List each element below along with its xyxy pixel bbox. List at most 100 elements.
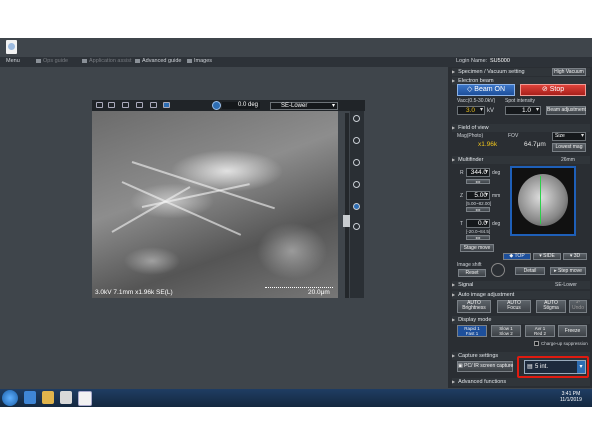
- scissors-icon[interactable]: [122, 102, 129, 108]
- beam-on-label: Beam ON: [474, 86, 506, 93]
- fov-label: FOV: [508, 133, 519, 139]
- detector-select[interactable]: SE-Lower ▾: [270, 102, 338, 110]
- taskbar-clock[interactable]: 3:41 PM 11/1/2019: [560, 391, 582, 403]
- fov-value: 64.7μm: [524, 141, 546, 148]
- red-2-label: Red 2: [533, 331, 546, 336]
- brightness-icon[interactable]: [353, 137, 360, 144]
- hand-pan-icon[interactable]: [163, 102, 170, 108]
- internet-explorer-icon[interactable]: [24, 391, 36, 404]
- clock-date: 11/1/2019: [560, 397, 582, 403]
- file-explorer-icon[interactable]: [42, 391, 54, 404]
- auto-image-adjustment-title: Auto image adjustment: [458, 292, 515, 298]
- auto-image-adjustment-header[interactable]: Auto image adjustment: [452, 291, 590, 299]
- beam-adjustment-button[interactable]: Beam adjustment: [546, 106, 586, 115]
- advanced-guide-menu[interactable]: Advanced guide: [135, 58, 181, 64]
- t-axis-label: T: [460, 221, 464, 227]
- spot-intensity-dropdown[interactable]: 1.0: [505, 106, 541, 115]
- auto-stigma-label: Stigma: [543, 305, 559, 311]
- magnification-value[interactable]: x1.96k: [478, 141, 497, 148]
- lowest-mag-button[interactable]: Lowest mag: [552, 143, 586, 152]
- undo-button[interactable]: ↶ Undo: [569, 300, 587, 313]
- vacc-dropdown[interactable]: 3.0: [457, 106, 485, 115]
- z-axis-range: [5.00~82.00]: [466, 201, 492, 206]
- stop-icon: ⊘: [541, 86, 550, 93]
- ops-guide-label: Ops guide: [43, 58, 69, 64]
- menu-bar: Menu Ops guide Application assist Advanc…: [0, 57, 592, 67]
- application-assist-menu[interactable]: Application assist: [82, 58, 132, 64]
- rapid-fast-mode-button[interactable]: Rapid 1 Fast 1: [457, 325, 487, 337]
- focus-slider-track[interactable]: [345, 113, 349, 298]
- images-label: Images: [194, 58, 213, 64]
- 3d-view-button[interactable]: ▾ 3D: [563, 253, 587, 260]
- chargeup-suppression-checkbox[interactable]: [534, 341, 539, 346]
- rotation-input[interactable]: 0.0 deg: [222, 102, 260, 109]
- display-mode-title: Display mode: [458, 317, 492, 323]
- image-shift-reset-button[interactable]: Reset: [458, 269, 486, 277]
- magnifier-icon[interactable]: [353, 115, 360, 122]
- step-move-label: Step move: [558, 268, 582, 274]
- media-player-icon[interactable]: [60, 391, 72, 404]
- image-shift-joystick[interactable]: [491, 263, 505, 277]
- field-of-view-title: Field of view: [458, 125, 489, 131]
- average-mode-button[interactable]: Avr 1 Red 2: [525, 325, 555, 337]
- rotation-icon[interactable]: [212, 101, 221, 110]
- monitor-icon[interactable]: [108, 102, 115, 108]
- detail-button[interactable]: Detail: [515, 267, 545, 275]
- slow-mode-button[interactable]: Slow 1 Slow 2: [491, 325, 521, 337]
- zoom-icon[interactable]: [353, 223, 360, 230]
- auto-focus-button[interactable]: AUTO Focus: [497, 300, 531, 313]
- r-axis-spinner[interactable]: ◂ ▸: [466, 179, 490, 184]
- pause-icon[interactable]: [96, 102, 103, 108]
- fast-1-label: Fast 1: [465, 331, 479, 336]
- t-axis-input[interactable]: 0.0: [466, 219, 490, 228]
- login-name-label: Login Name:: [456, 58, 488, 64]
- sem-app-taskbar-icon[interactable]: [78, 391, 92, 406]
- field-of-view-header[interactable]: Field of view: [452, 124, 590, 132]
- stage-move-button[interactable]: Stage move: [460, 244, 494, 252]
- detector-value: SE-Lower: [281, 103, 308, 109]
- beam-on-button[interactable]: ◇ Beam ON: [457, 84, 515, 96]
- screen: Menu Ops guide Application assist Advanc…: [0, 0, 592, 444]
- top-view-button[interactable]: ◆ TOP: [503, 253, 531, 260]
- focus-icon[interactable]: [353, 203, 360, 210]
- vacc-label: Vacc(0.5-30.0kV): [457, 98, 496, 104]
- specimen-holder-icon: [518, 174, 568, 226]
- freeze-button[interactable]: Freeze: [558, 325, 587, 337]
- z-axis-spinner[interactable]: ◂ ▸: [466, 207, 490, 212]
- split-view-icon[interactable]: [150, 102, 157, 108]
- display-mode-header[interactable]: Display mode: [452, 316, 590, 324]
- menu-button[interactable]: Menu: [6, 58, 20, 64]
- auto-brightness-button[interactable]: AUTO Brightness: [457, 300, 491, 313]
- application-assist-label: Application assist: [89, 58, 132, 64]
- side-view-button[interactable]: ▾ SIDE: [533, 253, 561, 260]
- map-size-label: 26mm: [561, 157, 575, 163]
- advanced-guide-label: Advanced guide: [142, 58, 182, 64]
- start-button[interactable]: [2, 390, 18, 406]
- grid-icon[interactable]: [136, 102, 143, 108]
- stigma-icon[interactable]: [353, 181, 360, 188]
- size-dropdown[interactable]: Size: [552, 132, 586, 141]
- sem-image[interactable]: [92, 111, 338, 298]
- auto-stigma-button[interactable]: AUTO Stigma: [536, 300, 566, 313]
- images-menu[interactable]: Images: [187, 58, 212, 64]
- t-axis-range: [-20.0~84.5]: [466, 229, 491, 234]
- advanced-functions-title: Advanced functions: [458, 379, 507, 385]
- chargeup-suppression-label: Charge-up suppression: [541, 341, 588, 346]
- pc-screen-capture-label: PC/ IR screen capture: [464, 363, 514, 369]
- t-axis-spinner[interactable]: ◂ ▸: [466, 235, 490, 240]
- advanced-functions-header[interactable]: Advanced functions: [452, 378, 590, 386]
- pc-screen-capture-button[interactable]: ▣ PC/ IR screen capture: [457, 361, 513, 372]
- z-axis-input[interactable]: 5.00: [466, 191, 490, 200]
- login-name-value: SU5000: [490, 58, 510, 64]
- auto-brightness-label: Brightness: [462, 305, 486, 311]
- step-move-button[interactable]: ▸ Step move: [550, 267, 586, 275]
- image-side-tools: [350, 111, 364, 298]
- stop-button[interactable]: ⊘ Stop: [520, 84, 586, 96]
- ops-guide-menu[interactable]: Ops guide: [36, 58, 68, 64]
- vacuum-mode-button[interactable]: High Vacuum: [552, 68, 586, 76]
- contrast-icon[interactable]: [353, 159, 360, 166]
- spot-intensity-label: Spot intensity: [505, 98, 536, 104]
- r-axis-input[interactable]: 344.0: [466, 168, 490, 177]
- signal-value: SE-Lower: [555, 282, 577, 288]
- image-shift-label: Image shift: [457, 262, 482, 268]
